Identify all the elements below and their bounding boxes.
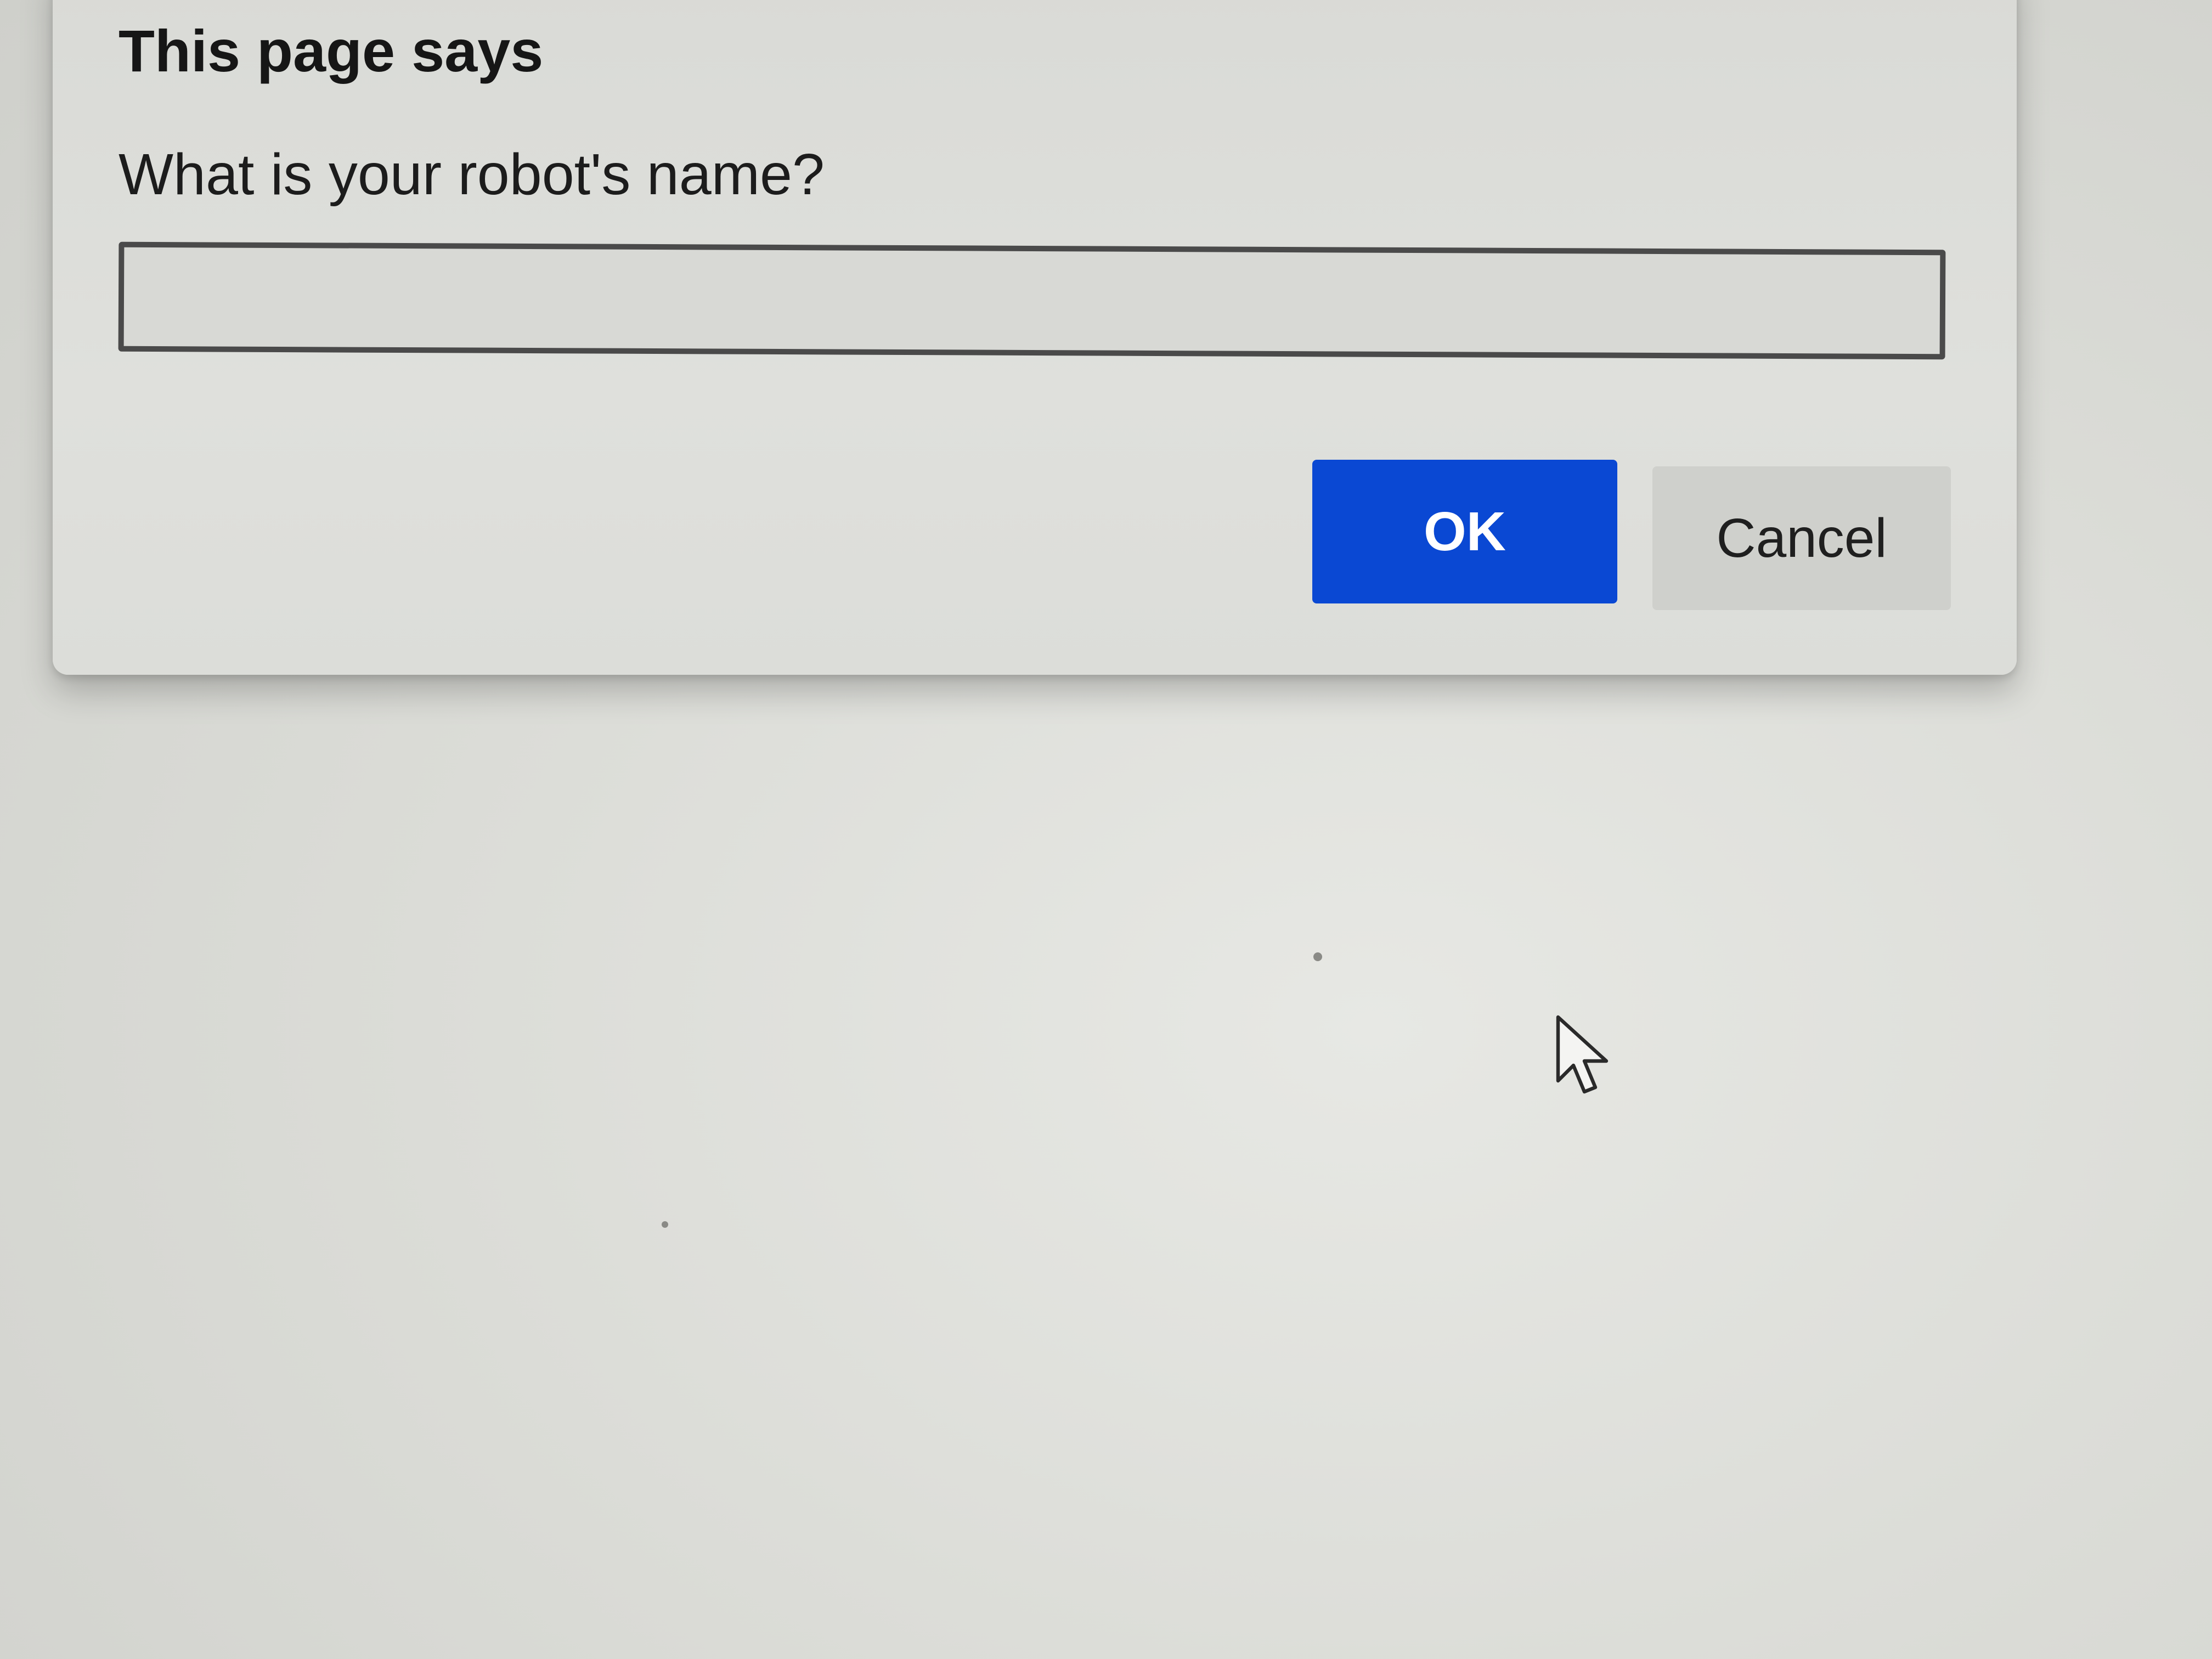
- dialog-message: What is your robot's name?: [119, 142, 825, 207]
- ok-button[interactable]: OK: [1312, 460, 1617, 603]
- screen-speck: [1313, 952, 1322, 961]
- prompt-dialog: This page says What is your robot's name…: [53, 0, 2017, 675]
- screen-speck: [662, 1221, 668, 1228]
- robot-name-input[interactable]: [118, 241, 1946, 360]
- cancel-button[interactable]: Cancel: [1652, 466, 1951, 610]
- mouse-pointer-arrow-icon: [1556, 1015, 1609, 1094]
- dialog-title: This page says: [119, 18, 544, 84]
